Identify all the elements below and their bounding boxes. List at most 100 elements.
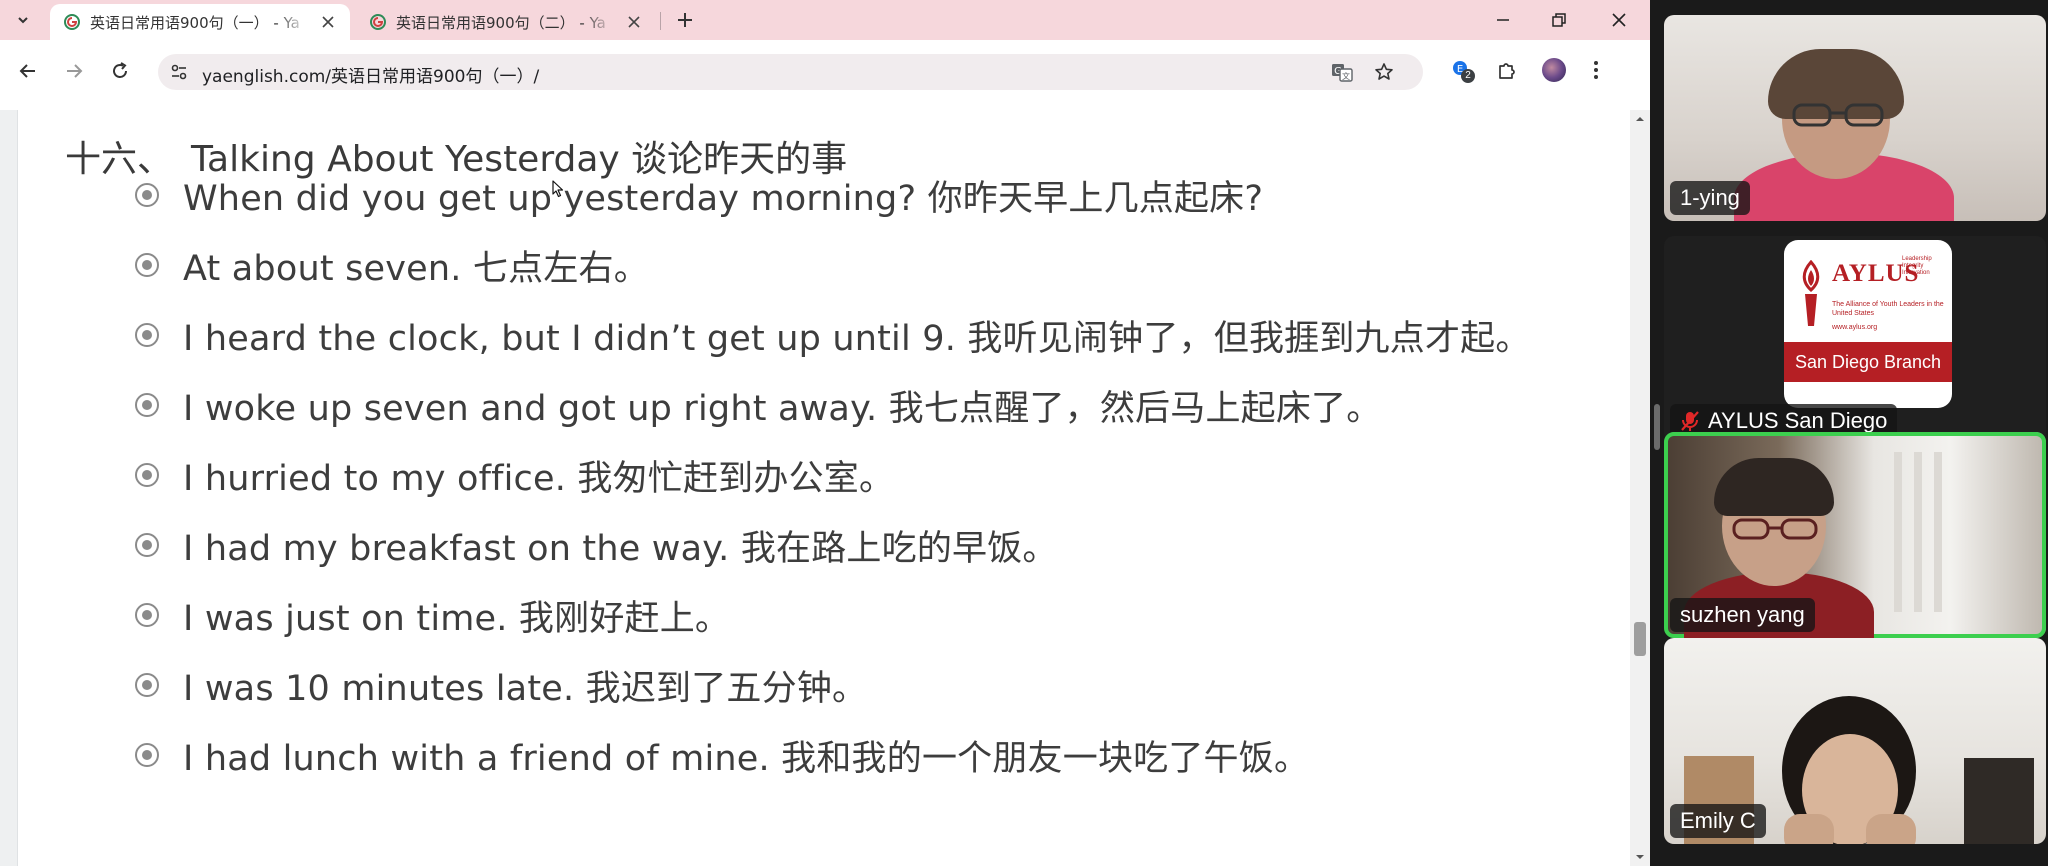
bookshelf xyxy=(1964,758,2034,844)
scroll-down-arrow-icon[interactable] xyxy=(1633,850,1647,864)
close-tab-icon[interactable] xyxy=(318,12,338,32)
tab-english-900-part2[interactable]: 英语日常用语900句（二） - Ya xyxy=(356,4,656,40)
sentence-text: I was just on time. 我刚好赶上。 xyxy=(183,598,731,639)
participant-hand-right xyxy=(1866,814,1916,844)
site-favicon-icon xyxy=(64,14,80,30)
aylus-site: www.aylus.org xyxy=(1832,324,1878,331)
participant-tile-1[interactable]: 1-ying xyxy=(1664,15,2046,221)
bookmark-star-icon[interactable] xyxy=(1372,60,1396,84)
eyeglasses-icon xyxy=(1732,518,1818,540)
plus-icon xyxy=(678,13,692,27)
participant-name: 1-ying xyxy=(1680,185,1740,210)
participant-name-tag: suzhen yang xyxy=(1670,598,1815,632)
address-bar[interactable]: yaenglish.com/英语日常用语900句（一）/ G文 xyxy=(158,54,1423,90)
sentence-text: When did you get up yesterday morning? 你… xyxy=(183,178,1264,219)
participant-name: AYLUS San Diego xyxy=(1708,408,1888,433)
aylus-branch-band: San Diego Branch xyxy=(1784,342,1952,382)
close-window-button[interactable] xyxy=(1596,2,1642,38)
mouse-pointer-icon xyxy=(552,180,564,198)
browser-window: 英语日常用语900句（一） - Ya 英语日常用语900句（二） - Ya ya… xyxy=(0,0,1650,866)
sentence-item: I was 10 minutes late. 我迟到了五分钟。 xyxy=(135,660,867,710)
aylus-logo: AYLUS Leadership Integrity Innovation Th… xyxy=(1784,240,1952,408)
arrow-left-icon xyxy=(19,64,35,78)
bullet-icon xyxy=(135,393,159,417)
page-scrollbar[interactable] xyxy=(1630,110,1650,866)
participant-hand-left xyxy=(1784,814,1834,844)
tab-title: 英语日常用语900句（一） - Ya xyxy=(90,13,300,32)
torch-icon xyxy=(1802,260,1820,326)
aylus-tagline: The Alliance of Youth Leaders in the Uni… xyxy=(1832,301,1944,317)
arrow-right-icon xyxy=(67,64,83,78)
bullet-icon xyxy=(135,603,159,627)
sentence-item: When did you get up yesterday morning? 你… xyxy=(135,170,1263,220)
tab-separator xyxy=(660,12,661,30)
page-side-strip xyxy=(0,110,18,866)
bullet-icon xyxy=(135,323,159,347)
close-icon xyxy=(1612,13,1626,27)
sentence-text: I had lunch with a friend of mine. 我和我的一… xyxy=(183,738,1310,779)
scroll-up-arrow-icon[interactable] xyxy=(1633,112,1647,126)
bullet-icon xyxy=(135,673,159,697)
participant-tile-2[interactable]: AYLUS Leadership Integrity Innovation Th… xyxy=(1664,236,2046,442)
restore-button[interactable] xyxy=(1536,2,1582,38)
sentence-text: I woke up seven and got up right away. 我… xyxy=(183,388,1382,429)
participant-tile-4[interactable]: Emily C xyxy=(1664,638,2046,844)
extensions-button[interactable] xyxy=(1492,55,1522,85)
sentence-text: I was 10 minutes late. 我迟到了五分钟。 xyxy=(183,668,868,709)
sentence-item: I woke up seven and got up right away. 我… xyxy=(135,380,1381,430)
mic-muted-icon xyxy=(1681,411,1699,431)
participant-name-tag: Emily C xyxy=(1670,804,1766,838)
profile-avatar-icon xyxy=(1542,58,1566,82)
video-gallery-panel: 1-ying AYLUS Leadership Integrity Innova… xyxy=(1650,0,2048,866)
extension-button[interactable]: E 2 xyxy=(1447,55,1477,85)
extension-count-badge: 2 xyxy=(1461,69,1475,83)
new-tab-button[interactable] xyxy=(670,6,700,34)
sentence-text: I heard the clock, but I didn’t get up u… xyxy=(183,318,1531,359)
site-info-icon[interactable] xyxy=(168,61,190,83)
eyeglasses-icon xyxy=(1792,103,1884,127)
translate-icon[interactable]: G文 xyxy=(1330,60,1354,84)
sentence-item: I heard the clock, but I didn’t get up u… xyxy=(135,310,1531,360)
more-vertical-icon xyxy=(1594,61,1598,79)
participant-tile-3-active-speaker[interactable]: suzhen yang xyxy=(1664,432,2046,638)
profile-button[interactable] xyxy=(1539,55,1569,85)
puzzle-icon xyxy=(1499,63,1515,79)
close-tab-icon[interactable] xyxy=(624,12,644,32)
sentence-item: I had my breakfast on the way. 我在路上吃的早饭。 xyxy=(135,520,1058,570)
browser-toolbar: yaenglish.com/英语日常用语900句（一）/ G文 E 2 xyxy=(0,40,1650,110)
participant-name: Emily C xyxy=(1680,808,1756,833)
url-text: yaenglish.com/英语日常用语900句（一）/ xyxy=(202,67,540,87)
site-favicon-icon xyxy=(370,14,386,30)
tab-bar: 英语日常用语900句（一） - Ya 英语日常用语900句（二） - Ya xyxy=(0,0,1650,40)
sentence-item: I was just on time. 我刚好赶上。 xyxy=(135,590,730,640)
tab-search-button[interactable] xyxy=(8,6,38,34)
participant-name: suzhen yang xyxy=(1680,602,1805,627)
gallery-scrollbar-thumb[interactable] xyxy=(1654,404,1660,450)
minimize-icon xyxy=(1497,19,1509,21)
bullet-icon xyxy=(135,183,159,207)
svg-text:文: 文 xyxy=(1342,71,1350,81)
sentence-text: I hurried to my office. 我匆忙赶到办公室。 xyxy=(183,458,895,499)
reload-button[interactable] xyxy=(104,55,136,87)
sentence-item: I had lunch with a friend of mine. 我和我的一… xyxy=(135,730,1309,780)
reload-icon xyxy=(113,62,127,78)
minimize-button[interactable] xyxy=(1480,2,1526,38)
chevron-down-icon xyxy=(18,17,28,24)
bullet-icon xyxy=(135,253,159,277)
sentence-text: I had my breakfast on the way. 我在路上吃的早饭。 xyxy=(183,528,1058,569)
tab-title: 英语日常用语900句（二） - Ya xyxy=(396,13,606,32)
sentence-text: At about seven. 七点左右。 xyxy=(183,248,649,289)
bullet-icon xyxy=(135,463,159,487)
window-blind-slat xyxy=(1894,452,1902,612)
back-button[interactable] xyxy=(12,55,44,87)
aylus-motto: Leadership Integrity Innovation xyxy=(1902,256,1932,276)
participant-hair xyxy=(1714,458,1834,516)
scrollbar-thumb[interactable] xyxy=(1634,622,1646,656)
bullet-icon xyxy=(135,533,159,557)
forward-button[interactable] xyxy=(58,55,90,87)
restore-icon xyxy=(1552,13,1566,27)
participant-name-tag: 1-ying xyxy=(1670,181,1750,215)
tab-english-900-part1[interactable]: 英语日常用语900句（一） - Ya xyxy=(50,4,350,40)
browser-menu-button[interactable] xyxy=(1581,55,1611,85)
window-blind-slat xyxy=(1914,452,1922,612)
